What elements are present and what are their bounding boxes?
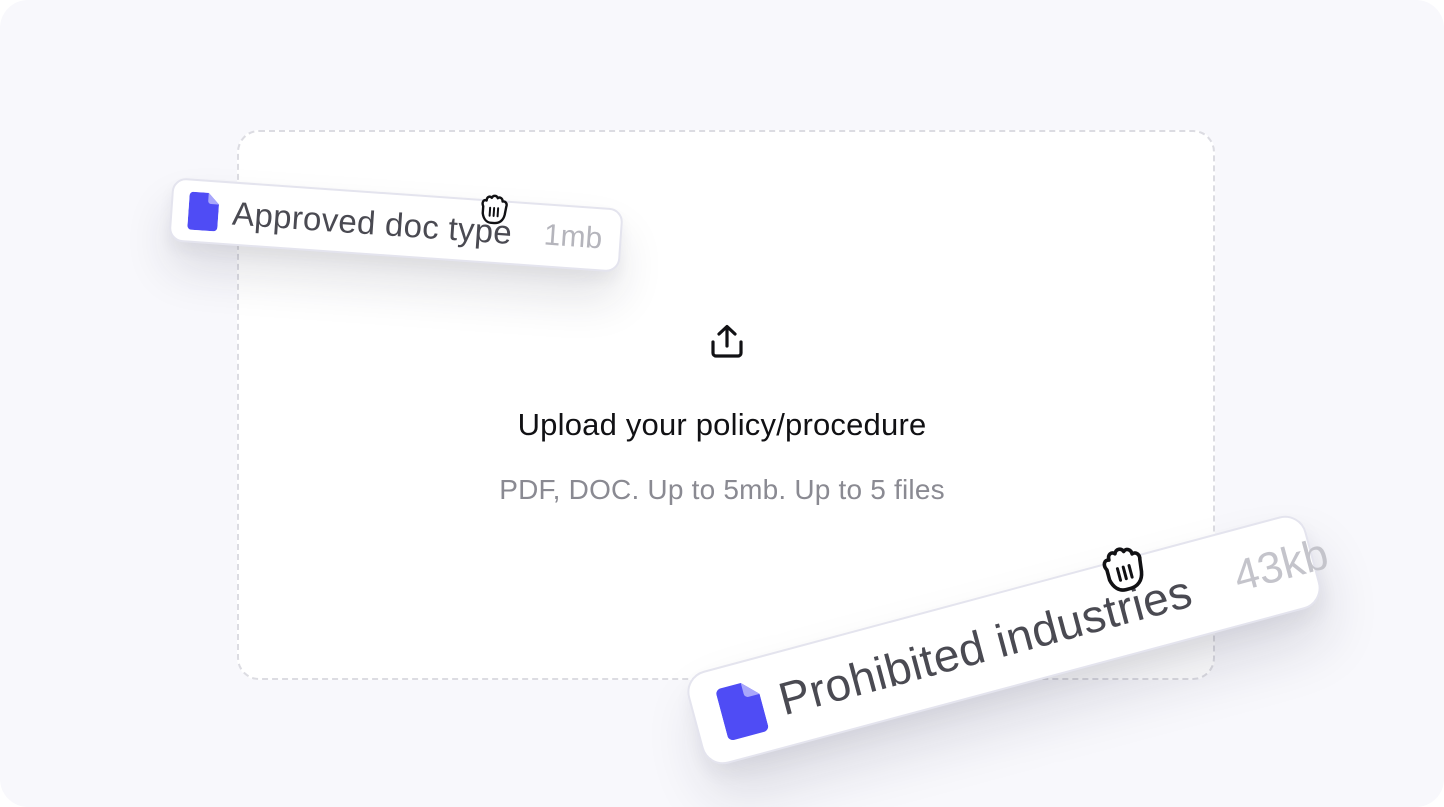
dropzone-title: Upload your policy/procedure <box>517 407 927 442</box>
file-name: Approved doc type <box>231 194 514 252</box>
dropzone-hint: PDF, DOC. Up to 5mb. Up to 5 files <box>499 474 945 505</box>
file-icon <box>716 682 769 741</box>
file-size: 43kb <box>1228 529 1334 602</box>
file-icon <box>187 191 219 232</box>
file-size: 1mb <box>542 218 604 256</box>
upload-canvas: Upload your policy/procedure PDF, DOC. U… <box>0 0 1444 807</box>
upload-icon[interactable] <box>708 322 746 360</box>
